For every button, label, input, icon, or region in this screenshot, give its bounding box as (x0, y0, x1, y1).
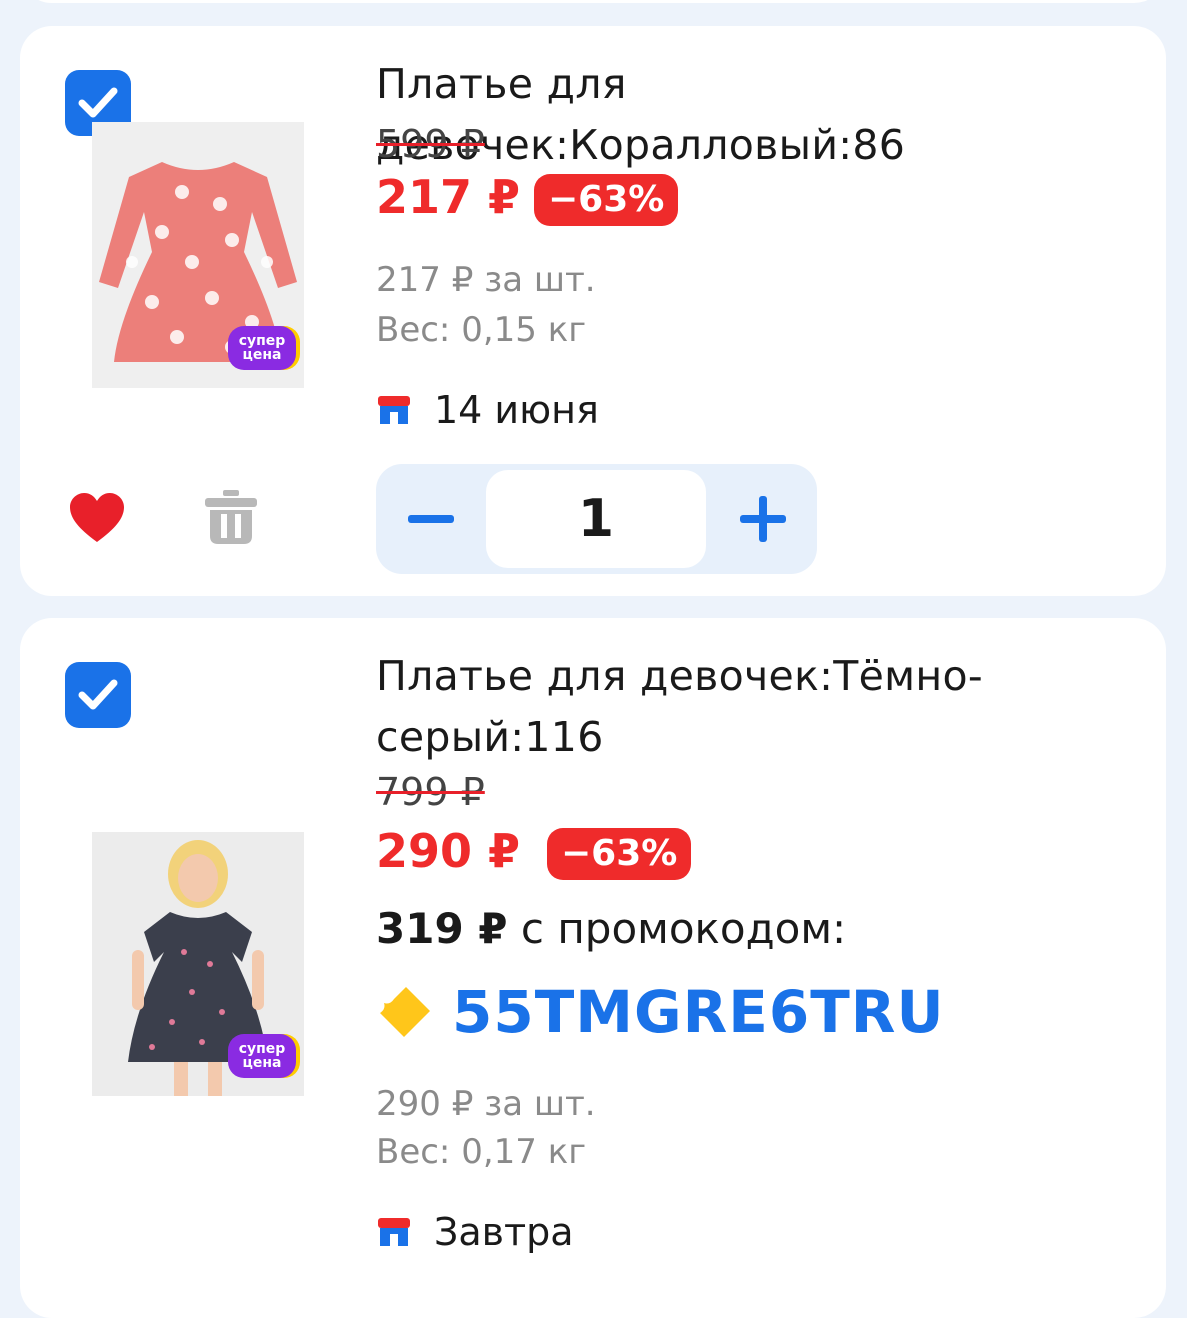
super-price-sticker: супер цена (228, 1034, 296, 1078)
item-checkbox[interactable] (65, 662, 131, 728)
old-price: 599 ₽ (376, 122, 485, 166)
old-price: 799 ₽ (376, 770, 485, 814)
current-price: 290 ₽ (376, 824, 521, 878)
store-icon (378, 1218, 410, 1246)
discount-badge: −63% (534, 174, 679, 226)
cart-item-card: супер цена Платье для девочек:Коралловый… (20, 26, 1166, 596)
promo-code-text: 55TMGRE6TRU (452, 978, 945, 1046)
item-weight: Вес: 0,15 кг (376, 310, 587, 350)
quantity-value[interactable]: 1 (486, 470, 706, 568)
discount-badge: −63% (547, 828, 692, 880)
price-per-unit: 217 ₽ за шт. (376, 260, 596, 300)
heart-icon[interactable] (68, 492, 126, 544)
quantity-stepper: 1 (376, 464, 817, 574)
store-icon (378, 396, 410, 424)
promo-label: с промокодом: (520, 904, 847, 953)
previous-cart-item-card (20, 0, 1166, 3)
current-price: 217 ₽ (376, 170, 521, 224)
delivery-date: 14 июня (434, 388, 599, 432)
promo-price: 319 ₽ (376, 904, 508, 953)
product-title[interactable]: Платье для девочек:Тёмно-серый:116 (376, 646, 1146, 768)
delivery-info: Завтра (376, 1210, 574, 1254)
checkmark-icon (78, 679, 118, 710)
product-title[interactable]: Платье для девочек:Коралловый:86 (376, 54, 1146, 176)
delivery-info: 14 июня (376, 388, 599, 432)
price-per-unit: 290 ₽ за шт. (376, 1084, 596, 1124)
product-image[interactable]: супер цена (92, 122, 304, 388)
minus-icon[interactable] (404, 492, 458, 546)
item-weight: Вес: 0,17 кг (376, 1132, 587, 1172)
ticket-icon (380, 987, 430, 1037)
trash-icon[interactable] (203, 488, 259, 546)
cart-item-card: супер цена Платье для девочек:Тёмно-серы… (20, 618, 1166, 1318)
plus-icon[interactable] (736, 492, 790, 546)
super-price-sticker: супер цена (228, 326, 296, 370)
checkmark-icon (78, 87, 118, 118)
promo-code[interactable]: 55TMGRE6TRU (376, 978, 945, 1046)
promo-price-line: 319 ₽ с промокодом: (376, 904, 846, 953)
delivery-date: Завтра (434, 1210, 574, 1254)
product-image[interactable]: супер цена (92, 832, 304, 1096)
